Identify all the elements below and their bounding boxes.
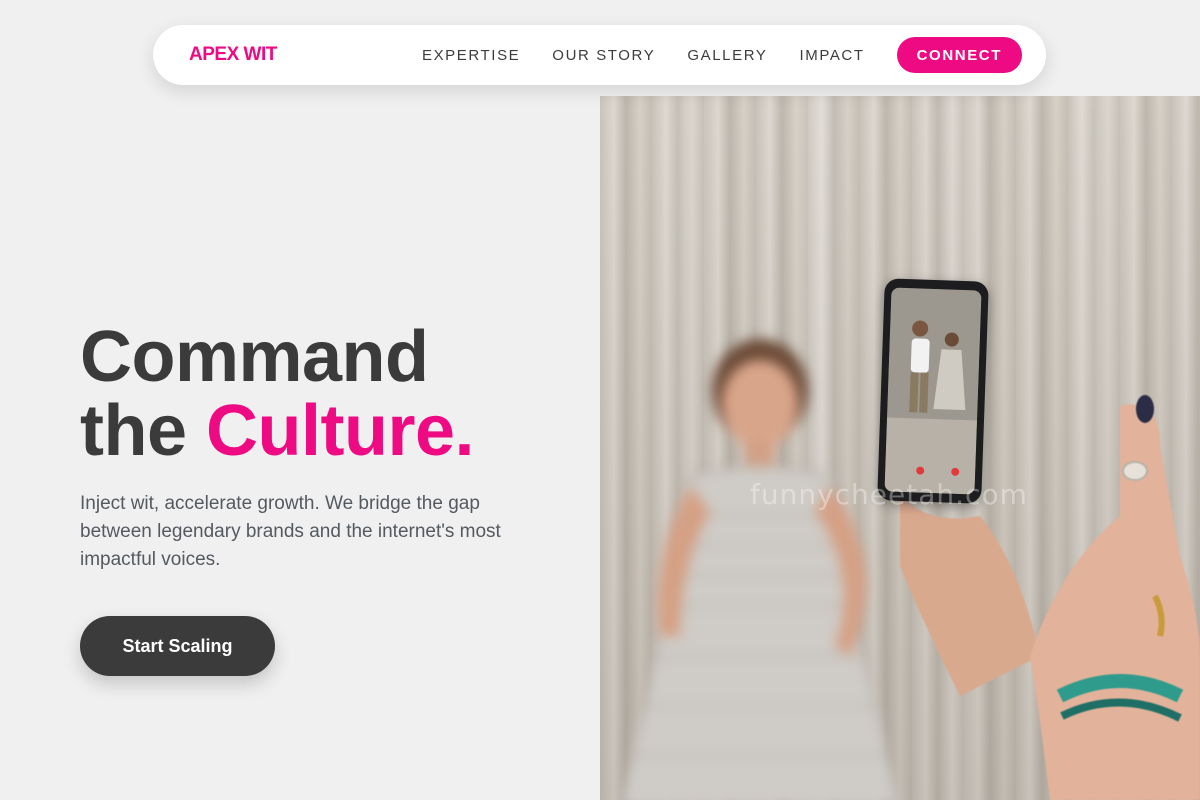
nav-links: EXPERTISE OUR STORY GALLERY IMPACT CONNE… [422,37,1022,73]
hero-photo: funnycheetah.com [600,96,1200,800]
headline-line-1: Command [80,317,429,397]
hero-section: Command the Culture. Inject wit, acceler… [80,320,580,676]
headline-line-2-prefix: the [80,391,207,471]
nav-link-our-story[interactable]: OUR STORY [552,47,655,64]
top-navigation: APEX WIT EXPERTISE OUR STORY GALLERY IMP… [153,25,1046,85]
connect-button[interactable]: CONNECT [896,37,1022,73]
phone-screen [884,287,982,495]
start-scaling-button[interactable]: Start Scaling [80,616,275,676]
nav-link-gallery[interactable]: GALLERY [687,47,767,64]
hero-subtext: Inject wit, accelerate growth. We bridge… [80,493,501,570]
nav-link-expertise[interactable]: EXPERTISE [422,47,520,64]
brand-logo[interactable]: APEX WIT [189,44,277,66]
hero-headline: Command the Culture. [80,320,580,468]
phone-screen-content [884,287,982,495]
watermark-text: funnycheetah.com [750,478,1028,511]
nav-link-impact[interactable]: IMPACT [799,47,864,64]
page: APEX WIT EXPERTISE OUR STORY GALLERY IMP… [0,0,1200,800]
headline-accent: Culture. [206,391,475,471]
smartphone [877,278,989,504]
